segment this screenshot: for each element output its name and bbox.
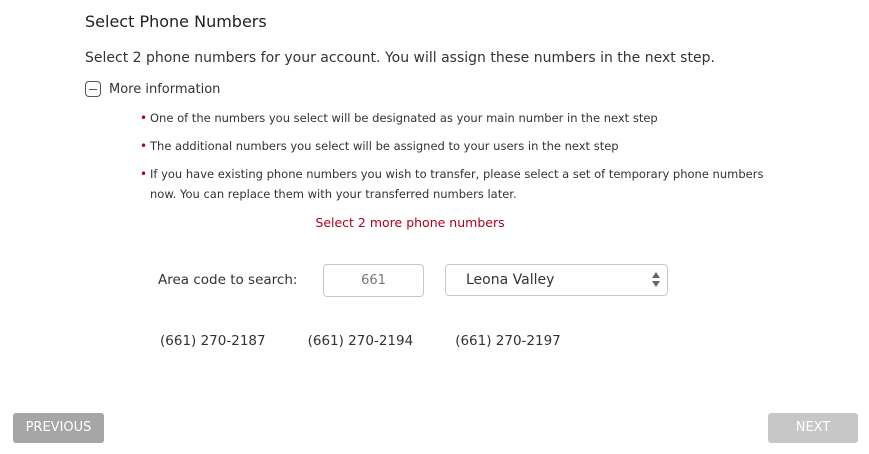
info-bullet-main-number: One of the numbers you select will be de… [140,108,780,128]
area-code-label: Area code to search: [158,272,298,288]
minus-square-icon[interactable] [85,81,101,97]
phone-number-option[interactable]: (661) 270-2197 [455,333,561,349]
phone-number-option[interactable]: (661) 270-2187 [160,333,266,349]
city-select[interactable]: Leona Valley [445,264,668,296]
selection-status-message: Select 2 more phone numbers [315,215,505,230]
select-arrows-icon [651,271,661,291]
select-phone-numbers-page: Select Phone Numbers Select 2 phone numb… [0,0,869,454]
info-bullet-additional-numbers: The additional numbers you select will b… [140,136,780,156]
next-button[interactable]: NEXT [768,413,858,443]
more-information-label: More information [109,81,221,97]
previous-button[interactable]: PREVIOUS [13,413,104,443]
page-title: Select Phone Numbers [85,12,267,31]
info-bullet-transfer: If you have existing phone numbers you w… [140,164,780,204]
area-code-input[interactable] [323,264,424,297]
city-select-value: Leona Valley [466,272,555,288]
more-information-toggle[interactable]: More information [85,81,220,97]
phone-number-options: (661) 270-2187 (661) 270-2194 (661) 270-… [160,333,603,349]
intro-text: Select 2 phone numbers for your account.… [85,50,715,66]
more-information-list: One of the numbers you select will be de… [140,108,780,212]
phone-number-option[interactable]: (661) 270-2194 [308,333,414,349]
